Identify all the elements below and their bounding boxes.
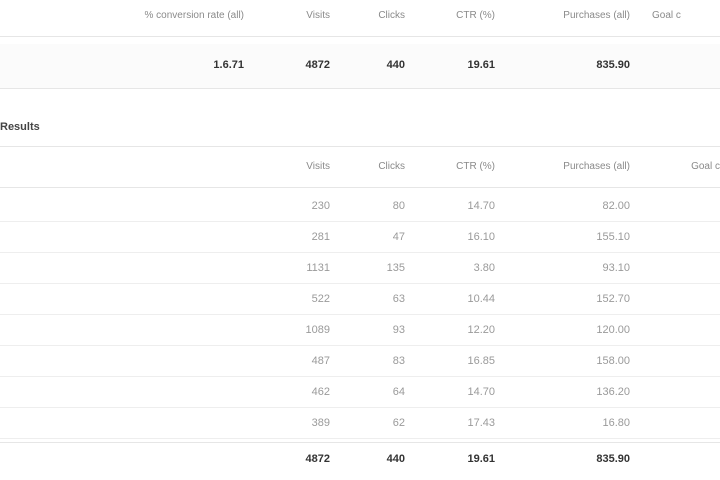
row-purchases: 16.80 — [602, 417, 630, 429]
summary-header-purchases[interactable]: Purchases (all) — [515, 10, 630, 21]
total-purchases: 835.90 — [596, 453, 630, 465]
row-visits: 1131 — [306, 262, 330, 274]
section-header-clicks[interactable]: Clicks — [350, 161, 405, 172]
summary-conversion-rate-value: 1.6.71 — [213, 59, 244, 71]
section-header-visits[interactable]: Visits — [270, 161, 330, 172]
row-clicks: 47 — [392, 231, 405, 243]
table-row[interactable]: 1131 135 3.80 93.10 — [0, 253, 720, 284]
section-header-goal[interactable]: Goal c — [660, 161, 720, 172]
row-ctr: 17.43 — [467, 417, 495, 429]
row-clicks: 80 — [392, 200, 405, 212]
row-ctr: 14.70 — [467, 386, 495, 398]
summary-clicks-value: 440 — [386, 59, 405, 71]
row-purchases: 136.20 — [596, 386, 630, 398]
row-purchases: 155.10 — [596, 231, 630, 243]
table-row[interactable]: 281 47 16.10 155.10 — [0, 222, 720, 253]
summary-visits-value: 4872 — [305, 59, 330, 71]
summary-header-conversion-rate[interactable]: % conversion rate (all) — [96, 10, 244, 21]
summary-header-visits[interactable]: Visits — [270, 10, 330, 21]
row-visits: 462 — [311, 386, 330, 398]
row-visits: 281 — [311, 231, 330, 243]
row-purchases: 82.00 — [602, 200, 630, 212]
row-clicks: 64 — [392, 386, 405, 398]
row-clicks: 63 — [392, 293, 405, 305]
total-row: 4872 440 19.61 835.90 — [0, 442, 720, 477]
section-header-purchases[interactable]: Purchases (all) — [515, 161, 630, 172]
row-ctr: 12.20 — [467, 324, 495, 336]
summary-header-ctr[interactable]: CTR (%) — [425, 10, 495, 21]
row-clicks: 83 — [392, 355, 405, 367]
row-visits: 522 — [311, 293, 330, 305]
section-title: Results — [0, 121, 40, 133]
row-ctr: 3.80 — [473, 262, 495, 274]
table-row[interactable]: 389 62 17.43 16.80 — [0, 408, 720, 439]
row-visits: 1089 — [305, 324, 330, 336]
total-visits: 4872 — [305, 453, 330, 465]
section-header-ctr[interactable]: CTR (%) — [425, 161, 495, 172]
section-table-header: Visits Clicks CTR (%) Purchases (all) Go… — [0, 146, 720, 188]
row-clicks: 93 — [392, 324, 405, 336]
summary-purchases-value: 835.90 — [596, 59, 630, 71]
row-visits: 230 — [311, 200, 330, 212]
row-purchases: 152.70 — [596, 293, 630, 305]
row-purchases: 93.10 — [602, 262, 630, 274]
table-row[interactable]: 522 63 10.44 152.70 — [0, 284, 720, 315]
row-ctr: 16.85 — [467, 355, 495, 367]
summary-ctr-value: 19.61 — [467, 59, 495, 71]
row-purchases: 120.00 — [596, 324, 630, 336]
total-clicks: 440 — [386, 453, 405, 465]
report-page: % conversion rate (all) Visits Clicks CT… — [0, 0, 720, 480]
total-ctr: 19.61 — [467, 453, 495, 465]
table-row[interactable]: 1089 93 12.20 120.00 — [0, 315, 720, 346]
table-row[interactable]: 487 83 16.85 158.00 — [0, 346, 720, 377]
row-ctr: 16.10 — [467, 231, 495, 243]
row-ctr: 14.70 — [467, 200, 495, 212]
summary-header-goal[interactable]: Goal c — [652, 10, 720, 21]
table-row[interactable]: 462 64 14.70 136.20 — [0, 377, 720, 408]
table-row[interactable]: 230 80 14.70 82.00 — [0, 191, 720, 222]
row-ctr: 10.44 — [467, 293, 495, 305]
summary-header-clicks[interactable]: Clicks — [350, 10, 405, 21]
summary-row: 1.6.71 4872 440 19.61 835.90 — [0, 44, 720, 89]
row-purchases: 158.00 — [596, 355, 630, 367]
row-visits: 487 — [311, 355, 330, 367]
row-clicks: 135 — [386, 262, 405, 274]
row-visits: 389 — [311, 417, 330, 429]
summary-table-header: % conversion rate (all) Visits Clicks CT… — [0, 0, 720, 37]
row-clicks: 62 — [392, 417, 405, 429]
